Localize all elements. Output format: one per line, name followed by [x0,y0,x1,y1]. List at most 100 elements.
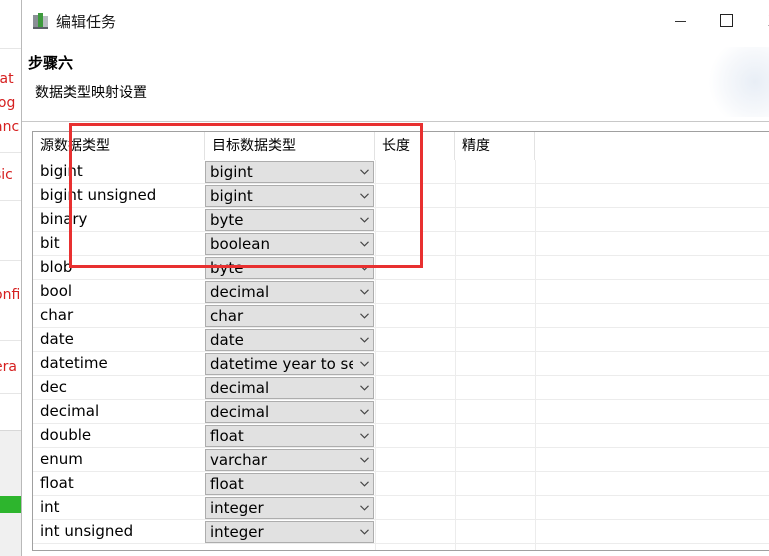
target-type-select[interactable]: bigint [205,161,374,183]
target-type-select[interactable]: bigint [205,185,374,207]
column-header-precision[interactable]: 精度 [455,132,535,160]
chevron-down-icon [360,361,369,367]
source-type-cell: float [40,474,74,492]
target-type-select[interactable]: float [205,473,374,495]
chevron-down-icon [360,433,369,439]
chevron-down-icon [360,337,369,343]
target-type-value: varchar [210,451,268,469]
table-row[interactable]: bit boolean [33,232,769,256]
chevron-down-icon [360,529,369,535]
table-row[interactable]: enum varchar [33,448,769,472]
close-button[interactable]: X [750,0,769,42]
target-type-select[interactable]: decimal [205,377,374,399]
background-app: tat log anc sic onfi era [0,0,21,556]
table-row[interactable]: dec decimal [33,376,769,400]
table-row[interactable]: bigint bigint [33,160,769,184]
background-text: era [0,359,17,375]
chevron-down-icon [360,193,369,199]
column-header-length[interactable]: 长度 [375,132,455,160]
table-row[interactable]: double float [33,424,769,448]
table-row[interactable]: binary byte [33,208,769,232]
minimize-button[interactable] [658,0,704,42]
background-divider [0,200,21,201]
background-divider [0,260,21,261]
minimize-icon [675,21,686,22]
background-divider [0,393,21,394]
table-row[interactable]: decimal decimal [33,400,769,424]
table-row[interactable]: date date [33,328,769,352]
maximize-button[interactable] [704,0,750,42]
chevron-down-icon [360,265,369,271]
source-type-cell: char [40,306,74,324]
target-type-select[interactable]: float [205,425,374,447]
target-type-select[interactable]: boolean [205,233,374,255]
source-type-cell: double [40,426,92,444]
source-type-cell: int [40,498,60,516]
source-type-cell: int unsigned [40,522,134,540]
chevron-down-icon [360,409,369,415]
column-header-target-type[interactable]: 目标数据类型 [205,132,375,160]
background-text: log [0,95,16,111]
target-type-value: decimal [210,403,270,421]
background-text: tat [0,71,14,87]
target-type-value: datetime year to se [210,355,353,373]
target-type-select[interactable]: byte [205,257,374,279]
chevron-down-icon [360,289,369,295]
background-divider [0,340,21,341]
target-type-select[interactable]: varchar [205,449,374,471]
edit-task-dialog: 编辑任务 X 步骤六 数据类型映射设置 源数据类型 目标数据类型 长度 精度 b… [21,0,769,556]
background-text: anc [0,119,20,135]
table-row[interactable]: int integer [33,496,769,520]
wizard-header: 步骤六 数据类型映射设置 [22,42,769,122]
chevron-down-icon [360,169,369,175]
title-bar[interactable]: 编辑任务 X [22,0,769,42]
target-type-select[interactable]: byte [205,209,374,231]
source-type-cell: dec [40,378,67,396]
chevron-down-icon [360,385,369,391]
target-type-value: decimal [210,283,270,301]
source-type-cell: bool [40,282,73,300]
header-decoration [699,47,769,117]
background-text: sic [0,167,13,183]
source-type-cell: decimal [40,402,100,420]
grid-header: 源数据类型 目标数据类型 长度 精度 [33,132,769,160]
target-type-select[interactable]: integer [205,497,374,519]
table-row[interactable]: blob byte [33,256,769,280]
table-row[interactable]: datetime datetime year to se [33,352,769,376]
step-subtitle: 数据类型映射设置 [35,85,147,101]
background-progress [0,496,21,513]
source-type-cell: datetime [40,354,108,372]
step-title: 步骤六 [28,54,74,72]
app-window-icon [33,13,48,29]
chevron-down-icon [360,313,369,319]
source-type-cell: binary [40,210,88,228]
target-type-select[interactable]: datetime year to se [205,353,374,375]
table-row[interactable]: char char [33,304,769,328]
chevron-down-icon [360,481,369,487]
source-type-cell: blob [40,258,73,276]
chevron-down-icon [360,241,369,247]
target-type-value: byte [210,259,244,277]
type-mapping-grid: 源数据类型 目标数据类型 长度 精度 bigint bigint bigint un… [32,131,769,551]
target-type-value: integer [210,523,264,541]
target-type-select[interactable]: char [205,305,374,327]
chevron-down-icon [360,505,369,511]
background-divider [0,48,21,49]
target-type-select[interactable]: integer [205,521,374,543]
maximize-icon [720,14,733,27]
target-type-select[interactable]: date [205,329,374,351]
target-type-select[interactable]: decimal [205,281,374,303]
column-header-source-type[interactable]: 源数据类型 [33,132,205,160]
target-type-select[interactable]: decimal [205,401,374,423]
target-type-value: char [210,307,244,325]
table-row[interactable]: bool decimal [33,280,769,304]
chevron-down-icon [360,217,369,223]
source-type-cell: bigint unsigned [40,186,157,204]
target-type-value: boolean [210,235,270,253]
table-row[interactable]: bigint unsigned bigint [33,184,769,208]
target-type-value: float [210,475,244,493]
table-row[interactable]: float float [33,472,769,496]
table-row[interactable]: int unsigned integer [33,520,769,544]
source-type-cell: bit [40,234,60,252]
target-type-value: byte [210,211,244,229]
